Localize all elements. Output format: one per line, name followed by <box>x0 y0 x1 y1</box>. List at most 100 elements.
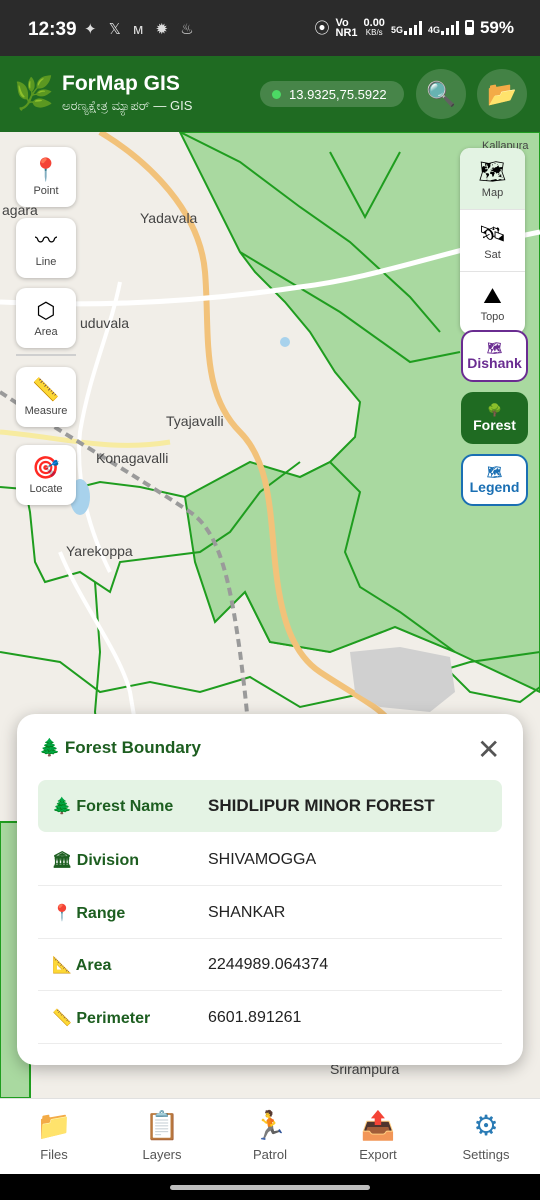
location-icon: ⦿ <box>314 20 330 37</box>
polygon-icon: ⬡ <box>36 298 56 323</box>
app-subtitle: ಅರಣ್ಯಕ್ಷೇತ್ರ ಮ್ಯಾಪರ್ — GIS <box>62 98 193 113</box>
gps-status-dot <box>272 89 281 99</box>
place-label: Tyajavalli <box>166 413 224 429</box>
tree-icon: 🌲 <box>52 798 72 815</box>
target-icon: 🎯 <box>32 455 60 480</box>
app-header: 🌿 ForMap GIS ಅರಣ್ಯಕ್ಷೇತ್ರ ಮ್ಯಾಪರ್ — GIS … <box>0 56 540 132</box>
area-tool-button[interactable]: ⬡ Area <box>16 288 76 348</box>
nav-layers[interactable]: 📋 Layers <box>108 1109 216 1162</box>
overlay-label: Dishank <box>467 355 522 371</box>
mountain-icon: ⛰ <box>483 283 502 308</box>
attribute-label: 📐 Area <box>52 957 112 974</box>
volte-label: Vo NR1 <box>335 16 358 39</box>
triangle-ruler-icon: 📐 <box>52 957 72 974</box>
coordinates-chip[interactable]: 13.9325,75.5922 <box>260 81 404 107</box>
place-label: uduvala <box>80 315 130 331</box>
attribute-row: 🏛 Division SHIVAMOGGA <box>38 834 502 886</box>
pin-icon: 📍 <box>32 157 60 182</box>
nav-label: Export <box>359 1147 397 1162</box>
nav-label: Files <box>40 1147 68 1162</box>
app-logo-icon: 🌿 <box>14 75 54 111</box>
nav-files[interactable]: 📁 Files <box>0 1109 108 1162</box>
secondary-road <box>0 429 171 448</box>
nav-export[interactable]: 📤 Export <box>324 1109 432 1162</box>
runner-icon: 🏃 <box>252 1110 288 1141</box>
search-button[interactable]: 🔍 <box>416 69 466 119</box>
nav-label: Patrol <box>253 1147 287 1162</box>
signal-4g-icon: 4G <box>428 20 459 35</box>
attribute-value: 2244989.064374 <box>208 956 329 973</box>
signal-5g-icon: 5G <box>391 20 422 35</box>
nav-label: Layers <box>142 1147 182 1162</box>
basemap-topo-button[interactable]: ⛰ Topo <box>460 272 525 334</box>
bottom-navigation: 📁 Files 📋 Layers 🏃 Patrol 📤 Export ⚙ Set… <box>0 1098 540 1174</box>
overlay-label: Forest <box>473 417 516 433</box>
line-tool-button[interactable]: 〰 Line <box>16 218 76 278</box>
coordinates-text: 13.9325,75.5922 <box>289 86 387 102</box>
attribute-value: SHIVAMOGGA <box>208 851 317 868</box>
map-icon: 🗺 <box>486 465 503 479</box>
basemap-label: Topo <box>480 311 505 323</box>
basemap-satellite-button[interactable]: 🛰 Sat <box>460 210 525 272</box>
basemap-switcher: 🗺 Map 🛰 Sat ⛰ Topo <box>460 148 525 334</box>
place-label: Yarekoppa <box>66 543 133 559</box>
ruler-icon: 📏 <box>52 1010 72 1027</box>
attribute-label: 🏛 Division <box>52 852 139 869</box>
app-title: ForMap GIS <box>62 72 180 95</box>
attribute-label: 🌲 Forest Name <box>52 798 174 815</box>
gesture-bar <box>0 1174 540 1200</box>
tool-label: Area <box>34 326 58 338</box>
attribute-value: 6601.891261 <box>208 1009 302 1026</box>
dishank-overlay-button[interactable]: 🗺 Dishank <box>461 330 528 382</box>
folder-icon: 📂 <box>487 80 517 108</box>
satellite-icon: 🛰 <box>478 220 507 246</box>
status-time: 12:39 <box>28 19 77 40</box>
attribute-row: 📐 Area 2244989.064374 <box>38 939 502 991</box>
notification-icons: ✦ 𝕏 ᴍ ✹ ♨ <box>84 21 198 38</box>
tool-label: Measure <box>24 405 68 417</box>
status-indicators: ⦿ Vo NR1 0.00 KB/s 5G 4G 59% <box>314 17 514 38</box>
water-body <box>280 337 290 347</box>
forest-boundary-line <box>0 651 540 709</box>
panel-title: 🌲 Forest Boundary <box>39 738 201 757</box>
legend-button[interactable]: 🗺 Legend <box>461 454 528 506</box>
forest-boundary-panel: 🌲 Forest Boundary ✕ 🌲 Forest Name SHIDLI… <box>17 714 523 1065</box>
home-indicator[interactable] <box>170 1185 370 1190</box>
ruler-icon: 📏 <box>32 377 60 402</box>
nav-label: Settings <box>462 1147 510 1162</box>
map-icon: 🗺 <box>486 341 503 355</box>
map-icon: 🗺 <box>478 158 507 184</box>
gear-icon: ⚙ <box>473 1110 499 1141</box>
nav-settings[interactable]: ⚙ Settings <box>432 1109 540 1162</box>
tool-divider <box>16 354 76 356</box>
nav-patrol[interactable]: 🏃 Patrol <box>216 1109 324 1162</box>
close-icon[interactable]: ✕ <box>477 736 500 764</box>
measure-tool-button[interactable]: 📏 Measure <box>16 367 76 427</box>
attribute-value: SHANKAR <box>208 904 286 921</box>
tool-label: Point <box>33 185 59 197</box>
open-folder-button[interactable]: 📂 <box>477 69 527 119</box>
attribute-row: 🌲 Forest Name SHIDLIPUR MINOR FOREST <box>38 780 502 832</box>
basemap-label: Map <box>481 186 504 199</box>
attribute-label: 📍 Range <box>52 905 126 922</box>
tree-icon: 🌳 <box>487 403 502 417</box>
place-label: Yadavala <box>140 210 198 226</box>
locate-button[interactable]: 🎯 Locate <box>16 445 76 505</box>
overlay-label: Legend <box>469 479 520 495</box>
basemap-map-button[interactable]: 🗺 Map <box>460 148 525 210</box>
attribute-row: 📏 Perimeter 6601.891261 <box>38 992 502 1044</box>
search-icon: 🔍 <box>426 80 456 108</box>
clipboard-icon: 📋 <box>144 1110 180 1141</box>
folder-icon: 📁 <box>36 1110 72 1141</box>
pin-icon: 📍 <box>52 905 72 922</box>
line-icon: 〰 <box>34 228 57 253</box>
status-bar: 12:39 ✦ 𝕏 ᴍ ✹ ♨ ⦿ Vo NR1 0.00 KB/s 5G 4G 5… <box>0 0 540 56</box>
outbox-icon: 📤 <box>360 1110 396 1141</box>
forest-overlay-button[interactable]: 🌳 Forest <box>461 392 528 444</box>
net-speed: 0.00 KB/s <box>363 16 385 37</box>
point-tool-button[interactable]: 📍 Point <box>16 147 76 207</box>
attribute-label: 📏 Perimeter <box>52 1010 151 1027</box>
tool-label: Line <box>35 256 57 268</box>
tool-label: Locate <box>29 483 63 495</box>
attribute-row: 📍 Range SHANKAR <box>38 887 502 939</box>
